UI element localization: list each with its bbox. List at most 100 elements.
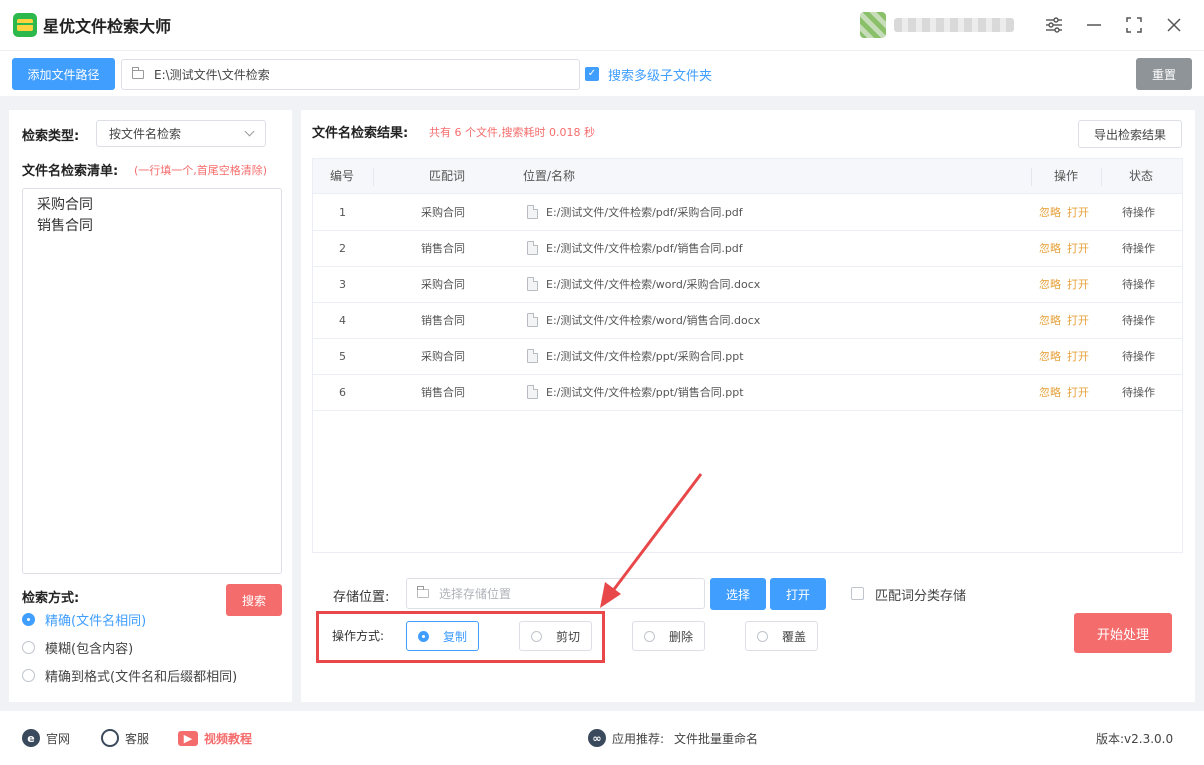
open-link[interactable]: 打开 — [1067, 267, 1089, 303]
subfolder-label[interactable]: 搜索多级子文件夹 — [608, 65, 712, 84]
method-option-exact-format[interactable]: 精确到格式(文件名和后缀都相同) — [22, 666, 237, 685]
settings-button[interactable] — [1043, 14, 1065, 36]
open-link[interactable]: 打开 — [1067, 339, 1089, 375]
search-type-value: 按文件名检索 — [109, 127, 182, 141]
method-option-label: 精确(文件名相同) — [45, 614, 147, 629]
classify-checkbox[interactable] — [851, 587, 864, 600]
title-bar: 星优文件检索大师 — [0, 0, 1204, 50]
user-account[interactable] — [860, 12, 1022, 38]
link-icon: ∞ — [588, 729, 606, 747]
column-divider — [1031, 168, 1032, 186]
radio-icon — [644, 630, 655, 642]
cell-path: E:/测试文件/文件检索/ppt/销售合同.ppt — [527, 375, 744, 411]
open-link[interactable]: 打开 — [1067, 375, 1089, 411]
export-results-button[interactable]: 导出检索结果 — [1078, 120, 1182, 148]
keyword-line: 销售合同 — [37, 218, 93, 234]
method-option-label: 精确到格式(文件名和后缀都相同) — [45, 670, 238, 685]
table-row[interactable]: 6 销售合同 E:/测试文件/文件检索/ppt/销售合同.ppt 忽略 打开 待… — [313, 375, 1182, 411]
file-icon — [527, 313, 538, 327]
results-table: 编号 匹配词 位置/名称 操作 状态 1 采购合同 E:/测试文件/文件检索/p… — [312, 158, 1183, 553]
ignore-link[interactable]: 忽略 — [1039, 303, 1061, 339]
subfolder-checkbox[interactable]: ✓ — [585, 67, 599, 81]
classify-label[interactable]: 匹配词分类存储 — [875, 585, 966, 604]
file-icon — [527, 385, 538, 399]
storage-label: 存储位置: — [333, 590, 390, 605]
ignore-link[interactable]: 忽略 — [1039, 195, 1061, 231]
support-link[interactable]: 客服 — [101, 711, 149, 765]
recommend-app-link[interactable]: 文件批量重命名 — [674, 730, 758, 747]
operation-option-label: 覆盖 — [782, 629, 807, 644]
keyword-line: 采购合同 — [37, 197, 93, 213]
close-button[interactable] — [1163, 14, 1185, 36]
cell-keyword: 销售合同 — [421, 386, 465, 399]
toolbar: 添加文件路径 E:\测试文件\文件检索 ✓ 搜索多级子文件夹 重置 — [0, 50, 1204, 96]
col-header-no: 编号 — [330, 169, 355, 183]
maximize-button[interactable] — [1123, 14, 1145, 36]
cell-status: 待操作 — [1122, 206, 1155, 219]
open-storage-button[interactable]: 打开 — [770, 578, 826, 610]
table-row[interactable]: 2 销售合同 E:/测试文件/文件检索/pdf/销售合同.pdf 忽略 打开 待… — [313, 231, 1182, 267]
path-value: E:\测试文件\文件检索 — [154, 68, 270, 82]
start-processing-button[interactable]: 开始处理 — [1074, 613, 1172, 653]
cell-no: 4 — [339, 314, 346, 327]
cell-path: E:/测试文件/文件检索/pdf/销售合同.pdf — [527, 231, 743, 267]
folder-icon — [132, 67, 144, 79]
file-icon — [527, 349, 538, 363]
column-divider — [1101, 168, 1102, 186]
cell-keyword: 采购合同 — [421, 206, 465, 219]
ie-icon: e — [22, 729, 40, 747]
file-icon — [527, 277, 538, 291]
highlight-box — [316, 611, 605, 663]
storage-path-input[interactable]: 选择存储位置 — [406, 578, 705, 609]
minimize-button[interactable] — [1083, 14, 1105, 36]
user-name-blurred — [894, 18, 1014, 32]
sliders-icon — [1046, 17, 1062, 33]
ignore-link[interactable]: 忽略 — [1039, 231, 1061, 267]
table-row[interactable]: 3 采购合同 E:/测试文件/文件检索/word/采购合同.docx 忽略 打开… — [313, 267, 1182, 303]
website-link[interactable]: e 官网 — [22, 711, 70, 765]
open-link[interactable]: 打开 — [1067, 231, 1089, 267]
cell-path: E:/测试文件/文件检索/pdf/采购合同.pdf — [527, 195, 743, 231]
keyword-list-textarea[interactable]: 采购合同 销售合同 — [22, 188, 282, 574]
method-option-exact[interactable]: 精确(文件名相同) — [22, 610, 146, 629]
cell-no: 6 — [339, 386, 346, 399]
method-option-fuzzy[interactable]: 模糊(包含内容) — [22, 638, 133, 657]
add-path-button[interactable]: 添加文件路径 — [12, 58, 115, 90]
cell-status: 待操作 — [1122, 350, 1155, 363]
chat-icon — [101, 729, 119, 747]
folder-icon — [417, 586, 429, 598]
storage-placeholder: 选择存储位置 — [439, 587, 512, 601]
video-tutorial-link[interactable]: ▶ 视频教程 — [178, 711, 252, 765]
cell-no: 5 — [339, 350, 346, 363]
cell-path: E:/测试文件/文件检索/ppt/采购合同.ppt — [527, 339, 744, 375]
status-bar: e 官网 客服 ▶ 视频教程 ∞ 应用推荐: 文件批量重命名 版本:v2.3.0… — [0, 711, 1204, 765]
open-link[interactable]: 打开 — [1067, 195, 1089, 231]
video-icon: ▶ — [178, 730, 198, 746]
cell-status: 待操作 — [1122, 314, 1155, 327]
results-title: 文件名检索结果: — [312, 126, 409, 141]
cell-keyword: 采购合同 — [421, 350, 465, 363]
file-path: E:/测试文件/文件检索/ppt/销售合同.ppt — [546, 386, 744, 399]
file-path: E:/测试文件/文件检索/word/采购合同.docx — [546, 278, 761, 291]
table-row[interactable]: 5 采购合同 E:/测试文件/文件检索/ppt/采购合同.ppt 忽略 打开 待… — [313, 339, 1182, 375]
cell-path: E:/测试文件/文件检索/word/销售合同.docx — [527, 303, 760, 339]
col-header-path: 位置/名称 — [523, 169, 576, 183]
operation-overwrite[interactable]: 覆盖 — [745, 621, 818, 651]
operation-option-label: 删除 — [669, 629, 694, 644]
table-row[interactable]: 4 销售合同 E:/测试文件/文件检索/word/销售合同.docx 忽略 打开… — [313, 303, 1182, 339]
reset-button[interactable]: 重置 — [1136, 58, 1192, 90]
operation-delete[interactable]: 删除 — [632, 621, 705, 651]
search-button[interactable]: 搜索 — [226, 584, 282, 616]
col-header-status: 状态 — [1129, 169, 1154, 183]
file-path: E:/测试文件/文件检索/ppt/采购合同.ppt — [546, 350, 744, 363]
ignore-link[interactable]: 忽略 — [1039, 267, 1061, 303]
search-type-select[interactable]: 按文件名检索 — [96, 120, 266, 147]
choose-storage-button[interactable]: 选择 — [710, 578, 766, 610]
ignore-link[interactable]: 忽略 — [1039, 375, 1061, 411]
open-link[interactable]: 打开 — [1067, 303, 1089, 339]
table-header: 编号 匹配词 位置/名称 操作 状态 — [313, 159, 1182, 194]
support-label: 客服 — [125, 731, 150, 746]
table-row[interactable]: 1 采购合同 E:/测试文件/文件检索/pdf/采购合同.pdf 忽略 打开 待… — [313, 195, 1182, 231]
path-input[interactable]: E:\测试文件\文件检索 — [121, 59, 580, 90]
ignore-link[interactable]: 忽略 — [1039, 339, 1061, 375]
